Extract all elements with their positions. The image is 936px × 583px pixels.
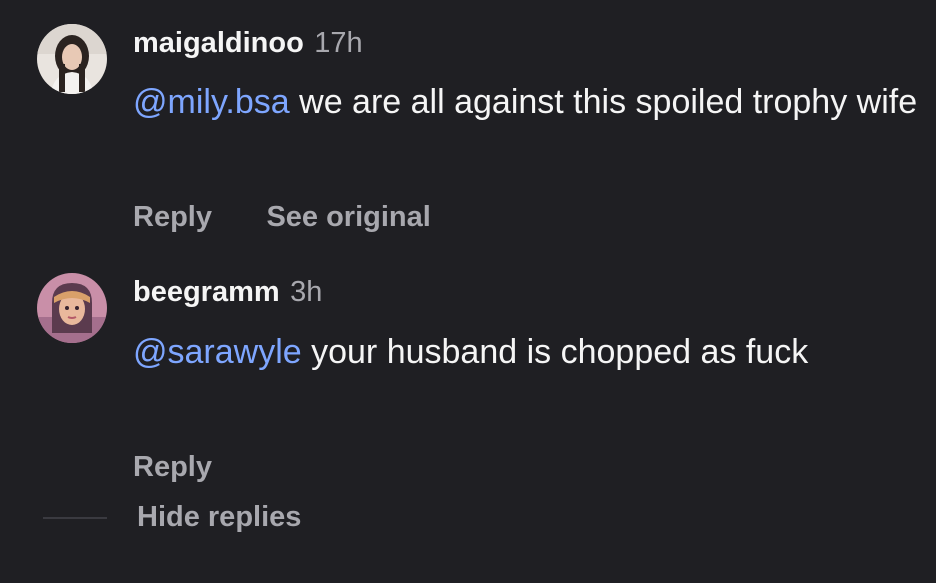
avatar[interactable] bbox=[37, 24, 107, 94]
reply-button[interactable]: Reply bbox=[133, 451, 212, 483]
mention-link[interactable]: @mily.bsa bbox=[133, 83, 290, 121]
hide-replies-button[interactable]: Hide replies bbox=[137, 503, 301, 532]
comment-actions: Reply See original bbox=[133, 203, 431, 232]
thread-divider bbox=[43, 517, 107, 519]
comment-body: your husband is chopped as fuck bbox=[301, 333, 809, 371]
reply-button[interactable]: Reply bbox=[133, 201, 212, 233]
comment-header: maigaldinoo 17h bbox=[133, 29, 363, 58]
mention-link[interactable]: @sarawyle bbox=[133, 333, 302, 371]
see-original-button[interactable]: See original bbox=[266, 201, 430, 233]
comment-text: @sarawyle your husband is chopped as fuc… bbox=[133, 328, 923, 376]
user-photo-icon bbox=[37, 24, 107, 94]
username[interactable]: beegramm bbox=[133, 276, 280, 308]
username[interactable]: maigaldinoo bbox=[133, 27, 304, 59]
comment-actions: Reply bbox=[133, 453, 212, 482]
comment-header: beegramm 3h bbox=[133, 278, 322, 307]
user-illustration-icon bbox=[37, 273, 107, 343]
timestamp: 17h bbox=[314, 27, 363, 59]
avatar[interactable] bbox=[37, 273, 107, 343]
timestamp: 3h bbox=[290, 276, 323, 308]
comment-text: @mily.bsa we are all against this spoile… bbox=[133, 78, 923, 126]
comment-body: we are all against this spoiled trophy w… bbox=[289, 83, 918, 121]
